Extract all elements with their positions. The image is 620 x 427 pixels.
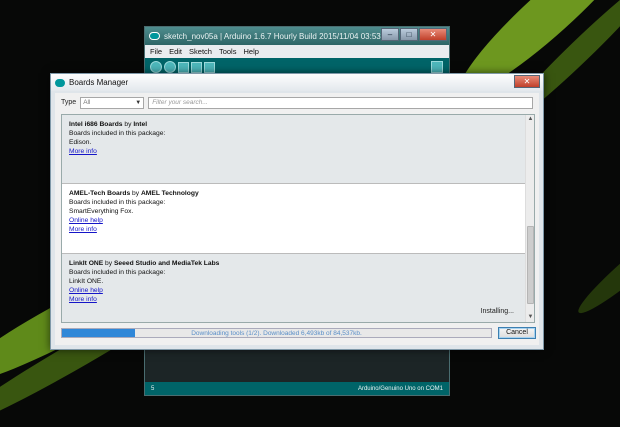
dialog-close-button[interactable]: ✕ xyxy=(514,75,540,88)
menu-tools[interactable]: Tools xyxy=(219,47,237,56)
list-item[interactable]: AMEL-Tech Boards by AMEL Technology Boar… xyxy=(62,184,526,253)
menu-file[interactable]: File xyxy=(150,47,162,56)
boards-included: LinkIt ONE. xyxy=(69,278,104,285)
online-help-link[interactable]: Online help xyxy=(69,286,103,295)
boards-manager-dialog: Boards Manager ✕ Type All ▼ Filter your … xyxy=(50,73,544,350)
line-number: 5 xyxy=(151,385,155,392)
serial-monitor-icon[interactable] xyxy=(431,61,443,73)
new-icon[interactable] xyxy=(178,61,189,73)
arduino-logo-icon xyxy=(149,32,160,40)
board-port: Arduino/Genuino Uno on COM1 xyxy=(357,385,443,392)
board-name: Intel i686 Boards xyxy=(69,121,123,128)
minimize-button[interactable]: – xyxy=(381,28,399,41)
installing-status: Installing... xyxy=(480,308,514,315)
dialog-title: Boards Manager xyxy=(69,78,129,87)
upload-icon[interactable] xyxy=(164,61,176,73)
more-info-link[interactable]: More info xyxy=(69,295,97,304)
menu-edit[interactable]: Edit xyxy=(169,47,182,56)
ide-statusbar: 5 Arduino/Genuino Uno on COM1 xyxy=(145,382,449,395)
filter-search-input[interactable]: Filter your search... xyxy=(148,96,533,109)
maximize-button[interactable]: □ xyxy=(400,28,418,41)
chevron-down-icon: ▼ xyxy=(135,99,142,106)
list-item-selected[interactable]: LinkIt ONE by Seeed Studio and MediaTek … xyxy=(62,254,526,322)
online-help-link[interactable]: Online help xyxy=(69,216,103,225)
type-dropdown[interactable]: All ▼ xyxy=(80,96,145,109)
board-author: Intel xyxy=(133,121,148,128)
scroll-up-icon[interactable]: ▲ xyxy=(526,115,534,124)
board-name: AMEL-Tech Boards xyxy=(69,190,131,197)
boards-list[interactable]: Intel i686 Boards by Intel Boards includ… xyxy=(61,114,535,323)
progress-text: Downloading tools (1/2). Downloaded 6,49… xyxy=(191,330,362,337)
search-placeholder: Filter your search... xyxy=(152,99,208,106)
more-info-link[interactable]: More info xyxy=(69,225,97,234)
board-author: Seeed Studio and MediaTek Labs xyxy=(113,260,220,267)
type-value: All xyxy=(83,99,91,106)
menu-sketch[interactable]: Sketch xyxy=(189,47,212,56)
included-label: Boards included in this package: xyxy=(69,269,166,276)
menu-help[interactable]: Help xyxy=(243,47,258,56)
boards-included: SmartEverything Fox. xyxy=(69,208,134,215)
scroll-down-icon[interactable]: ▼ xyxy=(526,313,534,322)
download-progress-bar: Downloading tools (1/2). Downloaded 6,49… xyxy=(61,328,492,338)
ide-menubar: File Edit Sketch Tools Help xyxy=(145,45,449,58)
open-icon[interactable] xyxy=(191,61,202,73)
arduino-logo-icon xyxy=(55,78,65,87)
board-name: LinkIt ONE xyxy=(69,260,104,267)
included-label: Boards included in this package: xyxy=(69,130,166,137)
more-info-link[interactable]: More info xyxy=(69,147,97,156)
cancel-button[interactable]: Cancel xyxy=(498,327,536,339)
list-item[interactable]: Intel i686 Boards by Intel Boards includ… xyxy=(62,115,526,183)
included-label: Boards included in this package: xyxy=(69,199,166,206)
ide-titlebar[interactable]: sketch_nov05a | Arduino 1.6.7 Hourly Bui… xyxy=(145,27,449,45)
board-author: AMEL Technology xyxy=(140,190,199,197)
scroll-thumb[interactable] xyxy=(527,226,534,304)
verify-icon[interactable] xyxy=(150,61,162,73)
list-scrollbar[interactable]: ▲ ▼ xyxy=(525,115,534,322)
dialog-titlebar[interactable]: Boards Manager ✕ xyxy=(51,74,543,91)
type-label: Type xyxy=(61,99,77,106)
ide-title: sketch_nov05a | Arduino 1.6.7 Hourly Bui… xyxy=(164,31,381,41)
save-icon[interactable] xyxy=(204,61,215,73)
boards-included: Edison. xyxy=(69,139,92,146)
close-button[interactable]: ✕ xyxy=(419,28,447,41)
